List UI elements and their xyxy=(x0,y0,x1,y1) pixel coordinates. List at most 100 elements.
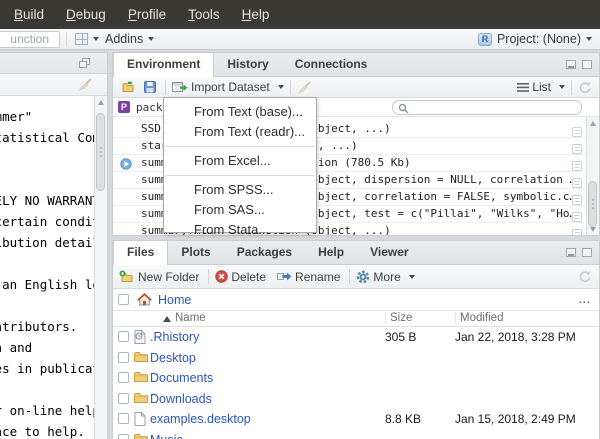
import-dataset-menu: From Text (base)... From Text (readr)...… xyxy=(163,97,317,233)
addins-button[interactable]: Addins xyxy=(105,32,154,46)
scrollbar-thumb[interactable] xyxy=(96,113,105,191)
file-row[interactable]: .Rhistory 305 B Jan 22, 2018, 3:28 PM xyxy=(113,327,599,348)
tab-help[interactable]: Help xyxy=(305,241,357,264)
file-icon xyxy=(134,412,146,426)
folder-name-link[interactable]: Downloads xyxy=(150,389,212,410)
chevron-down-icon xyxy=(93,37,99,41)
console-line: R is free software and comes with ABSOLU… xyxy=(0,190,94,211)
new-folder-icon xyxy=(119,270,135,283)
goto-file-function-input[interactable]: unction xyxy=(0,31,60,48)
import-dataset-button[interactable]: Import Dataset xyxy=(172,80,284,94)
tab-environment[interactable]: Environment xyxy=(113,53,214,77)
console-output[interactable]: R version 3.4.2 (2017-09-28) -- "Short S… xyxy=(0,96,94,439)
tab-connections[interactable]: Connections xyxy=(282,53,381,76)
row-checkbox[interactable] xyxy=(118,372,129,383)
file-modified: Jan 22, 2018, 3:28 PM xyxy=(455,327,576,348)
scrollbar-thumb[interactable] xyxy=(588,181,597,227)
scroll-down-icon[interactable] xyxy=(590,227,596,232)
refresh-icon[interactable] xyxy=(578,270,591,283)
file-row[interactable]: examples.desktop 8.8 KB Jan 15, 2018, 2:… xyxy=(113,409,599,430)
tab-packages[interactable]: Packages xyxy=(224,241,305,264)
menu-item-from-spss[interactable]: From SPSS... xyxy=(164,180,316,200)
row-checkbox[interactable] xyxy=(118,331,129,342)
folder-icon xyxy=(134,392,148,404)
file-row[interactable]: Desktop xyxy=(113,348,599,369)
console-line xyxy=(0,295,94,316)
minimize-pane-icon[interactable] xyxy=(566,60,576,69)
console-line: Type 'contributors()' for more informati… xyxy=(0,337,94,358)
files-table-header: Name Size Modified xyxy=(113,311,599,327)
file-size: 305 B xyxy=(385,327,416,348)
new-folder-button[interactable]: New Folder xyxy=(119,270,202,284)
clear-console-broom-icon[interactable] xyxy=(78,78,92,91)
file-row[interactable]: Downloads xyxy=(113,389,599,410)
rename-label: Rename xyxy=(295,270,340,284)
console-line: Natural language support but running in … xyxy=(0,274,94,295)
scroll-up-icon[interactable] xyxy=(590,121,596,126)
files-pane: Files Plots Packages Help Viewer New Fol… xyxy=(112,240,600,439)
menu-tools[interactable]: Tools xyxy=(177,7,231,22)
scroll-up-icon[interactable] xyxy=(98,100,104,105)
console-scrollbar[interactable] xyxy=(94,96,107,439)
goto-file-function-value: unction xyxy=(0,32,59,47)
save-workspace-icon[interactable] xyxy=(144,81,156,93)
menu-item-from-stata[interactable]: From Stata... xyxy=(164,220,316,240)
maximize-pane-icon[interactable] xyxy=(582,248,592,257)
tab-viewer[interactable]: Viewer xyxy=(357,241,421,264)
console-line: 'citation()' on how to cite R or R packa… xyxy=(0,358,94,379)
refresh-icon[interactable] xyxy=(578,81,591,94)
more-label: More xyxy=(373,270,400,284)
folder-name-link[interactable]: Music xyxy=(150,430,183,439)
pane-layout-button[interactable] xyxy=(75,33,99,45)
column-header-name[interactable]: Name xyxy=(175,312,206,324)
more-button[interactable]: More xyxy=(356,270,414,284)
rename-button[interactable]: Rename xyxy=(277,270,343,284)
file-row[interactable]: Documents xyxy=(113,368,599,389)
folder-name-link[interactable]: Desktop xyxy=(150,348,196,369)
delete-button[interactable]: Delete xyxy=(215,270,269,284)
addins-label: Addins xyxy=(105,32,143,46)
project-selector-button[interactable]: R Project: (None) xyxy=(478,32,592,46)
menu-item-from-sas[interactable]: From SAS... xyxy=(164,200,316,220)
console-line: Copyright (C) 2017 The R Foundation for … xyxy=(0,127,94,148)
file-name-link[interactable]: .Rhistory xyxy=(150,327,199,348)
file-row[interactable]: Music xyxy=(113,430,599,439)
console-line xyxy=(0,379,94,400)
row-checkbox[interactable] xyxy=(118,352,129,363)
package-environment-icon: P xyxy=(118,101,130,113)
maximize-pane-icon[interactable] xyxy=(582,60,592,69)
tab-history[interactable]: History xyxy=(214,53,281,76)
tab-files[interactable]: Files xyxy=(113,241,168,265)
load-workspace-icon[interactable] xyxy=(122,81,138,93)
view-mode-button[interactable]: List xyxy=(517,80,565,94)
minimize-pane-icon[interactable] xyxy=(566,248,576,257)
menu-item-from-text-readr[interactable]: From Text (readr)... xyxy=(164,122,316,142)
menu-item-from-excel[interactable]: From Excel... xyxy=(164,151,316,171)
folder-icon xyxy=(134,433,148,439)
row-checkbox[interactable] xyxy=(118,413,129,424)
tab-plots[interactable]: Plots xyxy=(168,241,223,264)
select-all-checkbox[interactable] xyxy=(118,294,129,305)
console-line: Type 'license()' or 'licence()' for dist… xyxy=(0,232,94,253)
folder-icon xyxy=(134,371,148,383)
breadcrumb-overflow-button[interactable]: ... xyxy=(579,294,591,306)
column-header-size[interactable]: Size xyxy=(385,312,412,324)
menu-build[interactable]: Build xyxy=(3,7,55,22)
restore-pane-icon[interactable] xyxy=(79,58,91,68)
clear-objects-broom-icon[interactable] xyxy=(297,81,311,94)
environment-search-box[interactable] xyxy=(392,100,582,115)
menu-profile[interactable]: Profile xyxy=(117,7,177,22)
breadcrumb-home-link[interactable]: Home xyxy=(158,293,191,307)
folder-name-link[interactable]: Documents xyxy=(150,368,213,389)
menu-help[interactable]: Help xyxy=(231,7,281,22)
environment-search-input[interactable] xyxy=(411,101,576,114)
rename-icon xyxy=(277,271,292,282)
menu-item-from-text-base[interactable]: From Text (base)... xyxy=(164,102,316,122)
view-function-icon[interactable] xyxy=(572,226,582,235)
file-name-link[interactable]: examples.desktop xyxy=(150,409,251,430)
environment-scrollbar[interactable] xyxy=(586,117,599,235)
row-checkbox[interactable] xyxy=(118,434,129,439)
column-header-modified[interactable]: Modified xyxy=(455,312,503,324)
row-checkbox[interactable] xyxy=(118,393,129,404)
menu-debug[interactable]: Debug xyxy=(55,7,117,22)
